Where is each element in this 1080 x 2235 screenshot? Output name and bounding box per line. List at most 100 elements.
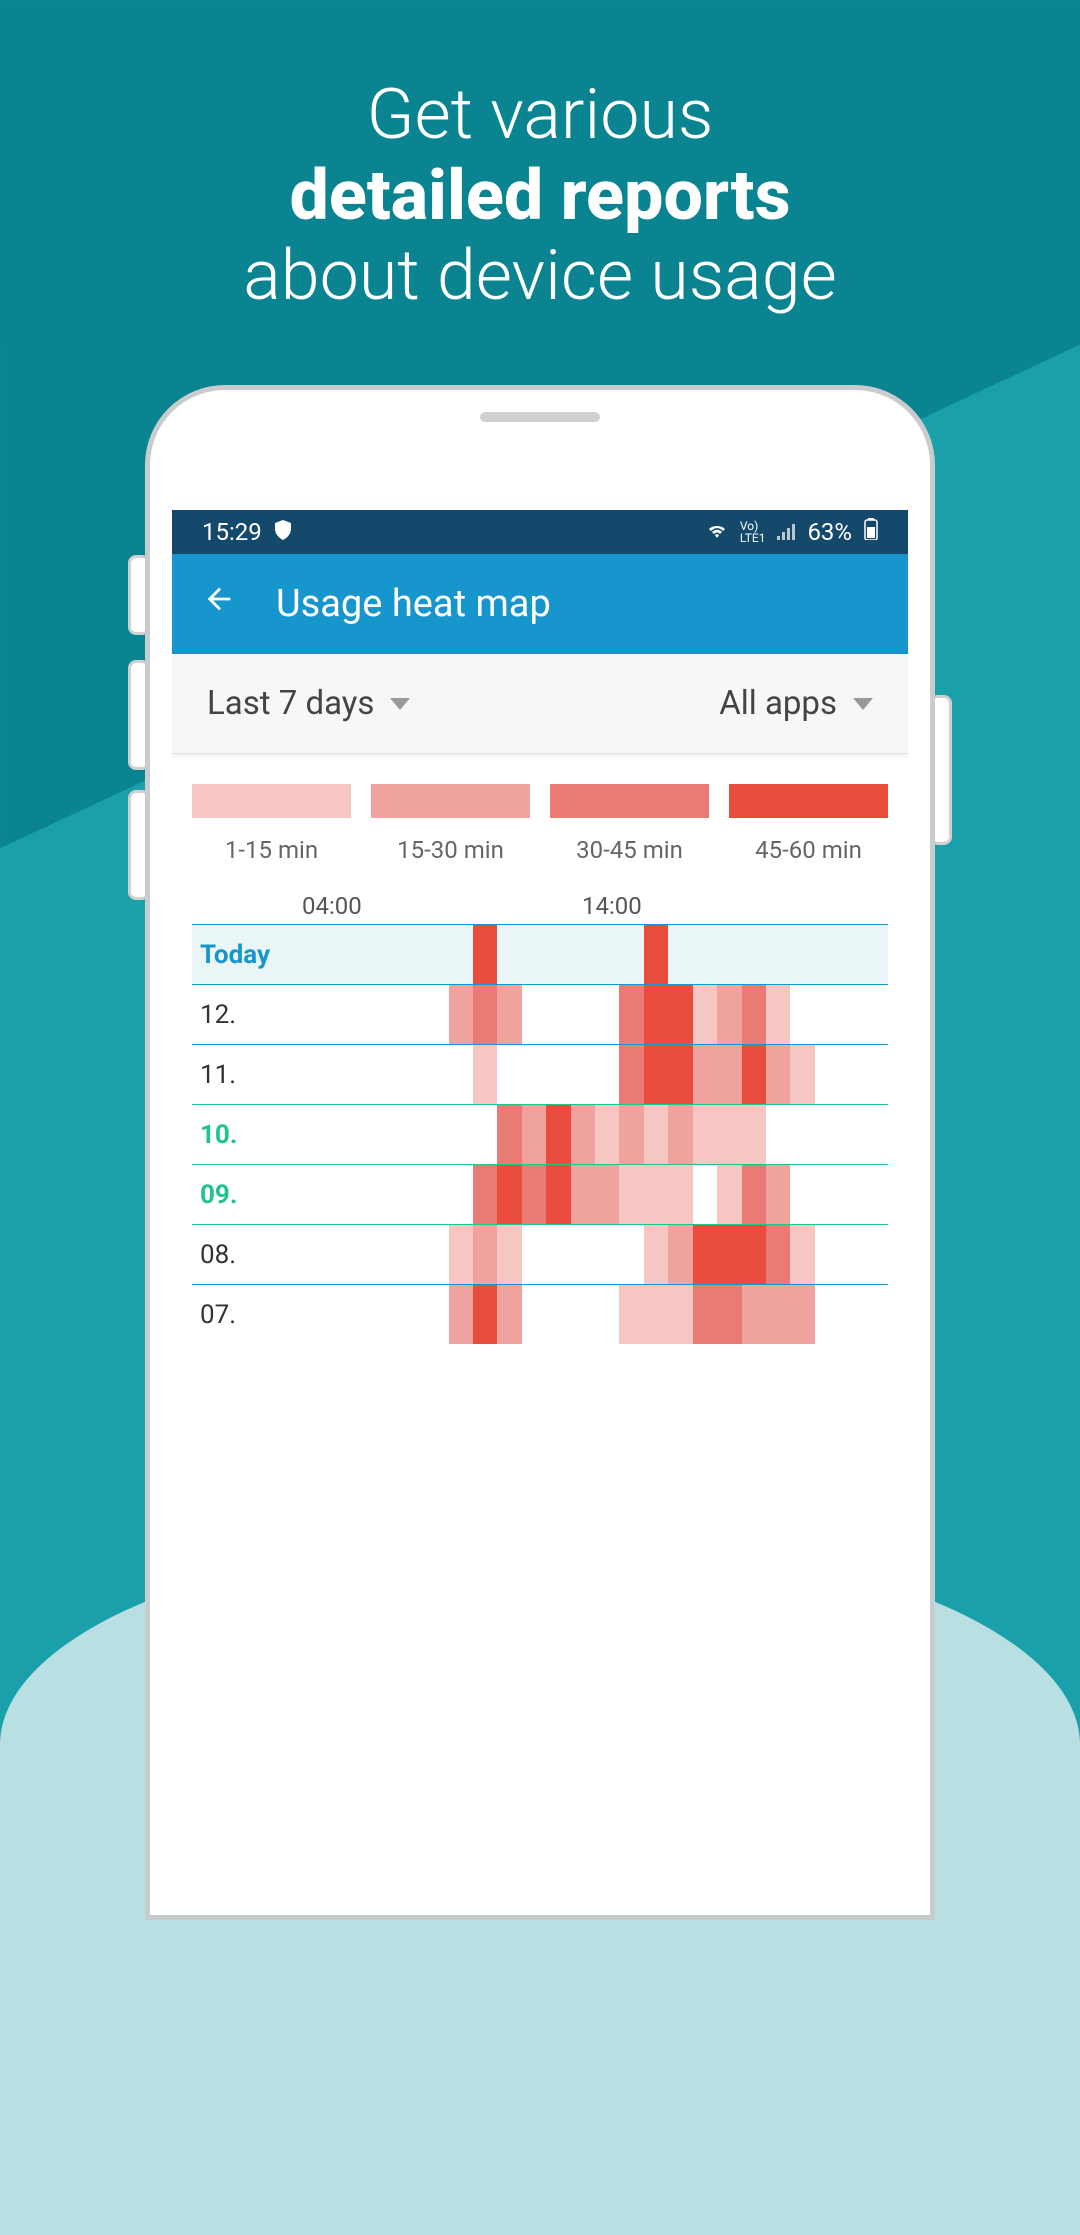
heat-cell xyxy=(693,1105,717,1164)
status-bar: 15:29 Vo)LTE1 63% xyxy=(172,510,908,554)
legend-item: 15-30 min xyxy=(371,784,530,864)
heat-cell xyxy=(815,1045,839,1104)
heat-cell xyxy=(790,1045,814,1104)
heat-cell xyxy=(717,1045,741,1104)
heat-cell xyxy=(522,925,546,984)
heat-cell xyxy=(790,1285,814,1344)
heat-cell xyxy=(668,1225,692,1284)
heat-cell xyxy=(351,1105,375,1164)
heat-cell xyxy=(546,1225,570,1284)
heat-cell xyxy=(644,1105,668,1164)
heat-cell xyxy=(644,1285,668,1344)
legend-swatch xyxy=(729,784,888,818)
heat-cell xyxy=(815,1285,839,1344)
apps-select[interactable]: All apps xyxy=(719,684,873,723)
heat-cell xyxy=(546,1165,570,1224)
heat-cell xyxy=(302,1105,326,1164)
heat-cell xyxy=(522,1285,546,1344)
heat-row: 11. xyxy=(192,1044,888,1104)
heat-cell xyxy=(571,1045,595,1104)
time-axis: 04:00 14:00 xyxy=(172,892,908,920)
heat-cell xyxy=(766,1045,790,1104)
heat-cell xyxy=(449,985,473,1044)
heat-cell xyxy=(497,1105,521,1164)
date-range-label: Last 7 days xyxy=(207,684,374,723)
heat-row-cells xyxy=(302,1285,888,1344)
heat-row: 08. xyxy=(192,1224,888,1284)
heat-cell xyxy=(400,985,424,1044)
heat-cell xyxy=(326,985,350,1044)
heat-cell xyxy=(717,985,741,1044)
phone-speaker-notch xyxy=(480,412,600,422)
shield-icon xyxy=(274,518,292,546)
heat-cell xyxy=(522,1165,546,1224)
heat-cell xyxy=(302,985,326,1044)
heat-cell xyxy=(815,985,839,1044)
heat-cell xyxy=(449,1045,473,1104)
heat-cell xyxy=(400,1165,424,1224)
heat-cell xyxy=(668,1285,692,1344)
heat-cell xyxy=(790,985,814,1044)
heat-cell xyxy=(717,1225,741,1284)
heat-cell xyxy=(473,1165,497,1224)
heat-cell xyxy=(742,1105,766,1164)
heat-cell xyxy=(595,925,619,984)
heat-row-label: Today xyxy=(192,925,302,984)
heat-cell xyxy=(400,1285,424,1344)
heat-cell xyxy=(839,1225,863,1284)
heat-cell xyxy=(351,1225,375,1284)
heat-cell xyxy=(766,1225,790,1284)
heat-row-cells xyxy=(302,1105,888,1164)
heat-cell xyxy=(644,1225,668,1284)
heat-cell xyxy=(424,985,448,1044)
heat-cell xyxy=(302,1285,326,1344)
heat-cell xyxy=(473,1225,497,1284)
heat-cell xyxy=(766,1165,790,1224)
date-range-select[interactable]: Last 7 days xyxy=(207,684,410,723)
heat-cell xyxy=(449,925,473,984)
heat-cell xyxy=(619,925,643,984)
heat-cell xyxy=(302,1165,326,1224)
heat-cell xyxy=(742,1165,766,1224)
heat-cell xyxy=(693,985,717,1044)
promo-line-3: about device usage xyxy=(0,236,1080,317)
heat-cell xyxy=(864,985,888,1044)
legend-label: 1-15 min xyxy=(192,836,351,864)
heat-cell xyxy=(400,1045,424,1104)
legend-swatch xyxy=(550,784,709,818)
heat-cell xyxy=(766,1285,790,1344)
heat-cell xyxy=(522,985,546,1044)
back-arrow-icon[interactable] xyxy=(202,582,236,626)
heat-cell xyxy=(546,1105,570,1164)
heat-cell xyxy=(473,925,497,984)
heat-cell xyxy=(815,1225,839,1284)
heat-cell xyxy=(424,1225,448,1284)
heat-row-cells xyxy=(302,1225,888,1284)
heat-cell xyxy=(595,1285,619,1344)
heat-cell xyxy=(424,1105,448,1164)
heat-cell xyxy=(351,1165,375,1224)
heat-cell xyxy=(644,925,668,984)
promo-line-2: detailed reports xyxy=(0,156,1080,237)
heat-cell xyxy=(375,985,399,1044)
heat-cell xyxy=(473,1285,497,1344)
heat-cell xyxy=(473,1045,497,1104)
heat-cell xyxy=(693,1225,717,1284)
heat-cell xyxy=(522,1105,546,1164)
heat-row-label: 08. xyxy=(192,1225,302,1284)
heat-row-label: 07. xyxy=(192,1285,302,1344)
heat-cell xyxy=(497,1225,521,1284)
heat-row-cells xyxy=(302,1165,888,1224)
heat-cell xyxy=(668,925,692,984)
heat-cell xyxy=(717,1165,741,1224)
heat-cell xyxy=(546,925,570,984)
heat-row-cells xyxy=(302,985,888,1044)
heat-cell xyxy=(644,985,668,1044)
wifi-icon xyxy=(706,518,728,546)
heat-cell xyxy=(449,1165,473,1224)
heat-cell xyxy=(546,1045,570,1104)
heat-cell xyxy=(693,925,717,984)
heat-cell xyxy=(742,925,766,984)
heat-cell xyxy=(571,1285,595,1344)
heat-cell xyxy=(717,1285,741,1344)
